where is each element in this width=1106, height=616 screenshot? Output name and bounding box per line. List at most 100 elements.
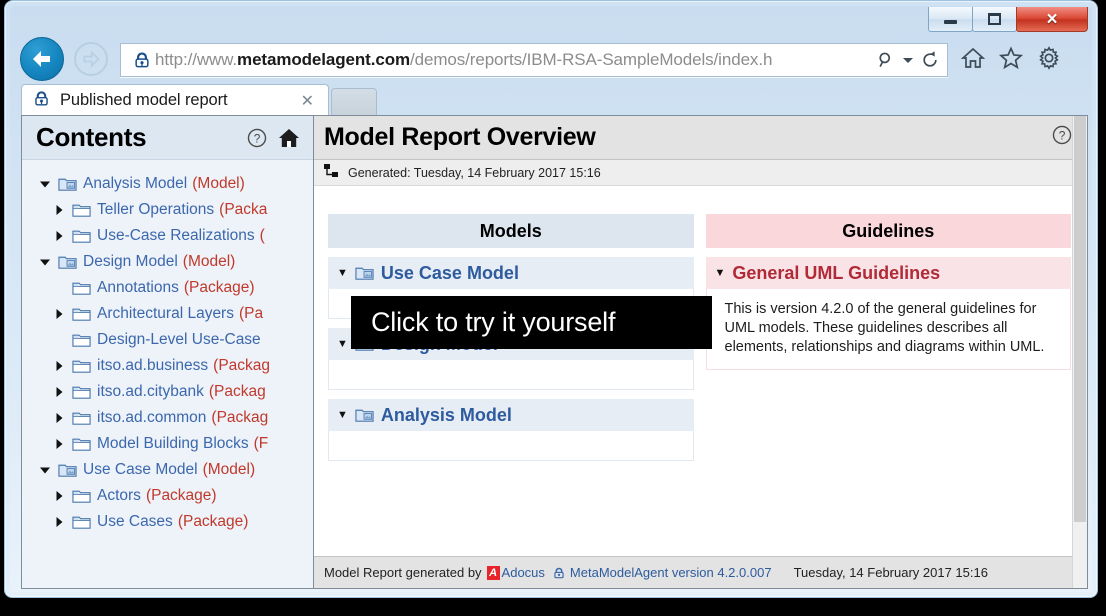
tree-item-type: (Model) bbox=[182, 253, 236, 270]
browser-window-inner: × http://www.metamodelagent.com/demos/re… bbox=[10, 6, 1092, 592]
tree-item-actors[interactable]: Actors (Package) bbox=[22, 483, 313, 509]
triangle-right-icon[interactable] bbox=[48, 490, 70, 502]
guidelines-column: Guidelines ▼ General UML Guidelines This… bbox=[705, 214, 1071, 461]
triangle-right-icon[interactable] bbox=[48, 412, 70, 424]
tree-item-use-case-model[interactable]: Use Case Model (Model) bbox=[22, 457, 313, 483]
triangle-down-icon[interactable] bbox=[34, 178, 56, 190]
generated-timestamp: Generated: Tuesday, 14 February 2017 15:… bbox=[348, 165, 601, 180]
tree-item-use-cases[interactable]: Use Cases (Package) bbox=[22, 509, 313, 535]
triangle-right-icon[interactable] bbox=[48, 360, 70, 372]
forward-arrow-icon bbox=[83, 50, 100, 68]
close-button[interactable]: × bbox=[1016, 7, 1088, 32]
guidelines-description: This is version 4.2.0 of the general gui… bbox=[724, 301, 1045, 356]
tab-published-model-report[interactable]: Published model report ✕ bbox=[21, 84, 329, 116]
package-folder-icon bbox=[70, 306, 92, 322]
page-title: Model Report Overview bbox=[324, 123, 596, 151]
tree-item-itso-ad-common[interactable]: itso.ad.common (Packag bbox=[22, 405, 313, 431]
svg-text:?: ? bbox=[1059, 129, 1066, 143]
tab-favicon-icon bbox=[32, 89, 51, 113]
browser-window: × http://www.metamodelagent.com/demos/re… bbox=[4, 0, 1098, 598]
package-folder-icon bbox=[70, 202, 92, 218]
tree-item-label: Analysis Model bbox=[83, 175, 188, 192]
refresh-icon[interactable] bbox=[920, 50, 940, 70]
window-controls: × bbox=[928, 7, 1088, 33]
browser-toolbar-icons bbox=[960, 46, 1062, 75]
tab-close-icon[interactable]: ✕ bbox=[295, 91, 320, 111]
tree-item-label: Design Model bbox=[83, 253, 178, 270]
models-column-header: Models bbox=[328, 214, 694, 248]
guidelines-column-header: Guidelines bbox=[705, 214, 1071, 248]
tree-item-analysis-model[interactable]: Analysis Model (Model) bbox=[22, 171, 313, 197]
tree-item-design-level-use-case[interactable]: Design-Level Use-Case bbox=[22, 327, 313, 353]
search-icon[interactable] bbox=[876, 50, 896, 70]
triangle-right-icon[interactable] bbox=[48, 230, 70, 242]
tab-title: Published model report bbox=[60, 91, 228, 109]
settings-gear-icon[interactable] bbox=[1036, 46, 1062, 75]
tree-item-architectural-layers[interactable]: Architectural Layers (Pa bbox=[22, 301, 313, 327]
triangle-right-icon[interactable] bbox=[48, 204, 70, 216]
triangle-right-icon[interactable] bbox=[48, 308, 70, 320]
help-icon[interactable]: ? bbox=[246, 127, 268, 149]
tree-item-model-building-blocks[interactable]: Model Building Blocks (F bbox=[22, 431, 313, 457]
contents-sidebar: Contents ? Analysis Model (Model) Teller… bbox=[22, 116, 314, 588]
tree-item-label: Design-Level Use-Case bbox=[97, 331, 261, 348]
triangle-down-icon[interactable]: ▼ bbox=[337, 409, 348, 421]
chevron-down-icon[interactable] bbox=[902, 54, 914, 66]
tree-item-label: Architectural Layers bbox=[97, 305, 234, 322]
tree-item-label: Actors bbox=[97, 487, 141, 504]
tree-item-teller-operations[interactable]: Teller Operations (Packa bbox=[22, 197, 313, 223]
favorites-star-icon[interactable] bbox=[998, 46, 1024, 75]
new-tab-button[interactable] bbox=[331, 88, 377, 116]
model-folder-icon bbox=[355, 407, 374, 423]
general-uml-guidelines-header[interactable]: ▼ General UML Guidelines bbox=[705, 257, 1071, 289]
model-card-analysis-model: ▼ Analysis Model bbox=[328, 399, 694, 461]
page-scrollbar[interactable] bbox=[1072, 116, 1087, 588]
address-bar[interactable]: http://www.metamodelagent.com/demos/repo… bbox=[120, 43, 948, 77]
minimize-icon bbox=[944, 20, 957, 24]
model-card-header[interactable]: ▼ Use Case Model bbox=[328, 257, 694, 289]
triangle-down-icon[interactable] bbox=[34, 256, 56, 268]
model-card-body bbox=[328, 360, 694, 390]
tree-item-design-model[interactable]: Design Model (Model) bbox=[22, 249, 313, 275]
model-card-title: Analysis Model bbox=[380, 404, 512, 425]
forward-button[interactable] bbox=[74, 42, 108, 76]
triangle-right-icon[interactable] bbox=[48, 438, 70, 450]
metamodelagent-version: MetaModelAgent version 4.2.0.007 bbox=[569, 565, 772, 580]
package-folder-icon bbox=[70, 228, 92, 244]
minimize-button[interactable] bbox=[928, 7, 973, 32]
triangle-right-icon[interactable] bbox=[48, 516, 70, 528]
package-folder-icon bbox=[70, 332, 92, 348]
tab-strip: Published model report ✕ bbox=[10, 84, 1092, 116]
maximize-button[interactable] bbox=[972, 7, 1017, 32]
triangle-down-icon[interactable]: ▼ bbox=[337, 338, 348, 350]
model-card-body bbox=[328, 431, 694, 461]
tree-item-itso-ad-citybank[interactable]: itso.ad.citybank (Packag bbox=[22, 379, 313, 405]
click-to-try-banner[interactable]: Click to try it yourself bbox=[351, 296, 712, 349]
tree-item-use-case-realizations[interactable]: Use-Case Realizations( bbox=[22, 223, 313, 249]
package-folder-icon bbox=[70, 410, 92, 426]
back-button[interactable] bbox=[20, 37, 64, 81]
package-folder-icon bbox=[70, 436, 92, 452]
model-folder-icon bbox=[56, 254, 78, 270]
triangle-right-icon[interactable] bbox=[48, 386, 70, 398]
footer-prefix: Model Report generated by bbox=[324, 565, 482, 580]
contents-title: Contents bbox=[36, 122, 147, 152]
model-card-header[interactable]: ▼ Analysis Model bbox=[328, 399, 694, 431]
scrollbar-thumb[interactable] bbox=[1074, 116, 1086, 522]
general-uml-guidelines-title: General UML Guidelines bbox=[732, 262, 941, 283]
tree-item-type: (Package) bbox=[183, 279, 255, 296]
tree-item-type: (Packag bbox=[213, 357, 271, 374]
close-icon: × bbox=[1046, 8, 1058, 30]
triangle-down-icon[interactable]: ▼ bbox=[337, 267, 348, 279]
triangle-down-icon[interactable] bbox=[34, 464, 56, 476]
adocus-link[interactable]: Adocus bbox=[502, 565, 545, 580]
home-icon[interactable] bbox=[960, 46, 986, 75]
triangle-down-icon[interactable]: ▼ bbox=[715, 267, 726, 279]
hierarchy-icon bbox=[324, 163, 340, 182]
adocus-logo-icon: A bbox=[486, 565, 500, 580]
home-icon[interactable] bbox=[277, 126, 301, 150]
tree-item-itso-ad-business[interactable]: itso.ad.business (Packag bbox=[22, 353, 313, 379]
help-icon[interactable]: ? bbox=[1051, 124, 1073, 151]
package-folder-icon bbox=[70, 358, 92, 374]
tree-item-annotations[interactable]: Annotations (Package) bbox=[22, 275, 313, 301]
